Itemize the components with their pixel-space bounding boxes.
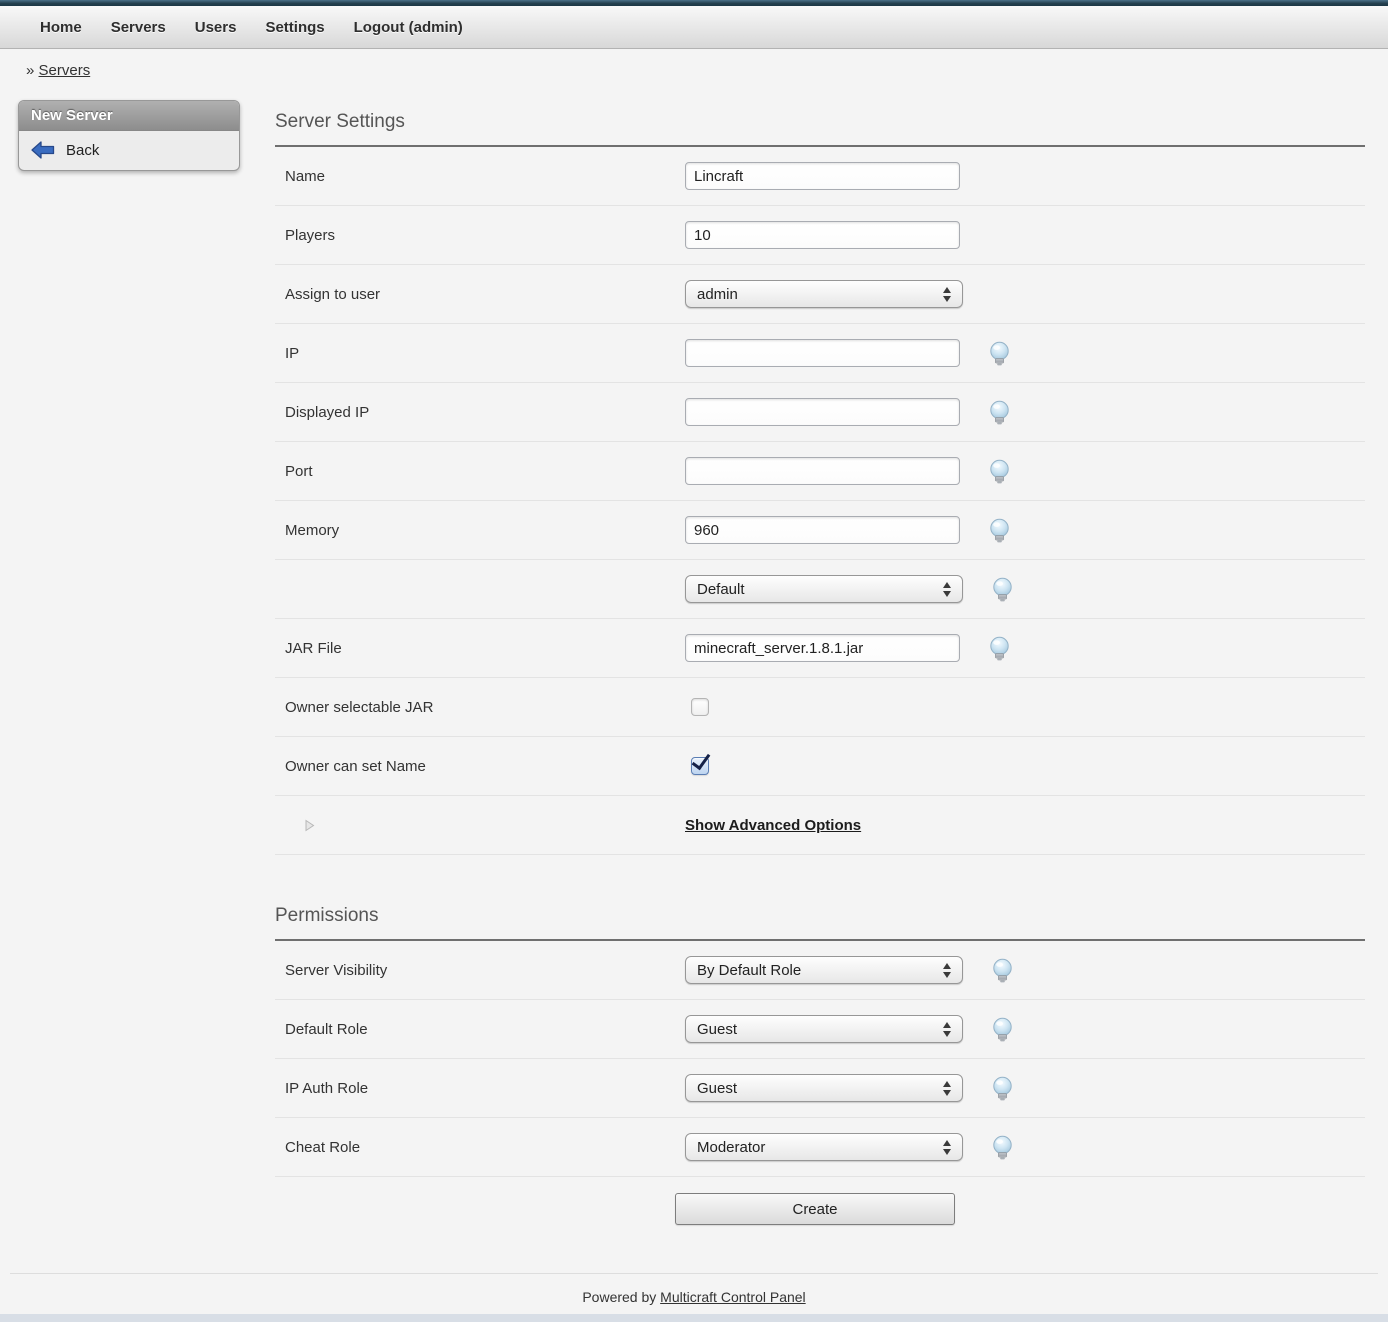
name-input[interactable] bbox=[685, 162, 960, 190]
form-row-default-option: Default bbox=[275, 560, 1365, 619]
form-row-assign-to-user: Assign to user admin bbox=[275, 265, 1365, 324]
permissions-heading: Permissions bbox=[275, 905, 1365, 941]
port-label: Port bbox=[275, 463, 685, 480]
breadcrumb: » Servers bbox=[0, 49, 1388, 85]
owner-selectable-jar-checkbox[interactable] bbox=[691, 698, 709, 716]
bulb-icon[interactable] bbox=[991, 577, 1014, 602]
port-input[interactable] bbox=[685, 457, 960, 485]
up-down-stepper-icon bbox=[943, 1022, 951, 1037]
server-settings-heading: Server Settings bbox=[275, 111, 1365, 147]
name-label: Name bbox=[275, 168, 685, 185]
checkmark-icon bbox=[692, 750, 711, 770]
form-row-port: Port bbox=[275, 442, 1365, 501]
up-down-stepper-icon bbox=[943, 1081, 951, 1096]
select-value: admin bbox=[697, 286, 738, 303]
up-down-stepper-icon bbox=[943, 963, 951, 978]
nav-item-logout[interactable]: Logout (admin) bbox=[354, 19, 463, 36]
arrow-left-icon bbox=[31, 141, 55, 159]
bulb-icon[interactable] bbox=[991, 1017, 1014, 1042]
main-navigation: Home Servers Users Settings Logout (admi… bbox=[0, 6, 1388, 49]
bulb-icon[interactable] bbox=[991, 958, 1014, 983]
bottom-accent-bar bbox=[0, 1314, 1388, 1322]
footer: Powered by Multicraft Control Panel bbox=[0, 1274, 1388, 1305]
ip-auth-role-select[interactable]: Guest bbox=[685, 1074, 963, 1102]
select-value: Default bbox=[697, 581, 745, 598]
nav-item-home[interactable]: Home bbox=[40, 19, 82, 36]
back-button[interactable]: Back bbox=[19, 131, 239, 170]
select-value: Guest bbox=[697, 1080, 737, 1097]
form-row-server-visibility: Server Visibility By Default Role bbox=[275, 941, 1365, 1000]
triangle-right-icon[interactable] bbox=[304, 819, 685, 832]
create-button[interactable]: Create bbox=[675, 1193, 955, 1225]
main-form-area: Server Settings Name Players Assign to u… bbox=[275, 85, 1365, 1241]
form-row-owner-selectable-jar: Owner selectable JAR bbox=[275, 678, 1365, 737]
form-row-displayed-ip: Displayed IP bbox=[275, 383, 1365, 442]
memory-input[interactable] bbox=[685, 516, 960, 544]
bulb-icon[interactable] bbox=[988, 400, 1011, 425]
bulb-icon[interactable] bbox=[988, 459, 1011, 484]
default-role-select[interactable]: Guest bbox=[685, 1015, 963, 1043]
memory-label: Memory bbox=[275, 522, 685, 539]
ip-auth-role-label: IP Auth Role bbox=[275, 1080, 685, 1097]
cheat-role-label: Cheat Role bbox=[275, 1139, 685, 1156]
form-row-jar-file: JAR File bbox=[275, 619, 1365, 678]
nav-item-servers[interactable]: Servers bbox=[111, 19, 166, 36]
form-row-memory: Memory bbox=[275, 501, 1365, 560]
up-down-stepper-icon bbox=[943, 1140, 951, 1155]
server-visibility-label: Server Visibility bbox=[275, 962, 685, 979]
form-row-ip: IP bbox=[275, 324, 1365, 383]
bulb-icon[interactable] bbox=[991, 1076, 1014, 1101]
show-advanced-options-link[interactable]: Show Advanced Options bbox=[685, 817, 861, 834]
default-role-label: Default Role bbox=[275, 1021, 685, 1038]
owner-can-set-name-checkbox[interactable] bbox=[691, 757, 709, 775]
default-option-select[interactable]: Default bbox=[685, 575, 963, 603]
bulb-icon[interactable] bbox=[991, 1135, 1014, 1160]
bulb-icon[interactable] bbox=[988, 636, 1011, 661]
bulb-icon[interactable] bbox=[988, 518, 1011, 543]
up-down-stepper-icon bbox=[943, 582, 951, 597]
jar-file-label: JAR File bbox=[275, 640, 685, 657]
nav-item-users[interactable]: Users bbox=[195, 19, 237, 36]
form-row-advanced-options: Show Advanced Options bbox=[275, 796, 1365, 855]
form-row-default-role: Default Role Guest bbox=[275, 1000, 1365, 1059]
form-row-owner-can-set-name: Owner can set Name bbox=[275, 737, 1365, 796]
ip-label: IP bbox=[275, 345, 685, 362]
content-area: New Server Back Server Settings Name bbox=[0, 85, 1388, 1241]
players-label: Players bbox=[275, 227, 685, 244]
nav-item-settings[interactable]: Settings bbox=[265, 19, 324, 36]
bulb-icon[interactable] bbox=[988, 341, 1011, 366]
ip-input[interactable] bbox=[685, 339, 960, 367]
displayed-ip-label: Displayed IP bbox=[275, 404, 685, 421]
select-value: By Default Role bbox=[697, 962, 801, 979]
up-down-stepper-icon bbox=[943, 287, 951, 302]
breadcrumb-separator: » bbox=[26, 62, 34, 79]
breadcrumb-link-servers[interactable]: Servers bbox=[39, 62, 91, 79]
sidebar-title: New Server bbox=[19, 101, 239, 131]
server-visibility-select[interactable]: By Default Role bbox=[685, 956, 963, 984]
assign-to-user-label: Assign to user bbox=[275, 286, 685, 303]
sidebar-panel: New Server Back bbox=[18, 100, 240, 171]
select-value: Guest bbox=[697, 1021, 737, 1038]
cheat-role-select[interactable]: Moderator bbox=[685, 1133, 963, 1161]
page: Home Servers Users Settings Logout (admi… bbox=[0, 0, 1388, 1322]
select-value: Moderator bbox=[697, 1139, 765, 1156]
displayed-ip-input[interactable] bbox=[685, 398, 960, 426]
form-row-players: Players bbox=[275, 206, 1365, 265]
create-row: Create bbox=[275, 1177, 1365, 1241]
jar-file-input[interactable] bbox=[685, 634, 960, 662]
form-row-name: Name bbox=[275, 147, 1365, 206]
footer-text: Powered by bbox=[582, 1289, 656, 1305]
form-row-cheat-role: Cheat Role Moderator bbox=[275, 1118, 1365, 1177]
assign-to-user-select[interactable]: admin bbox=[685, 280, 963, 308]
owner-can-set-name-label: Owner can set Name bbox=[275, 758, 685, 775]
back-button-label: Back bbox=[66, 142, 99, 159]
form-row-ip-auth-role: IP Auth Role Guest bbox=[275, 1059, 1365, 1118]
owner-selectable-jar-label: Owner selectable JAR bbox=[275, 699, 685, 716]
footer-link-multicraft[interactable]: Multicraft Control Panel bbox=[660, 1289, 806, 1305]
players-input[interactable] bbox=[685, 221, 960, 249]
